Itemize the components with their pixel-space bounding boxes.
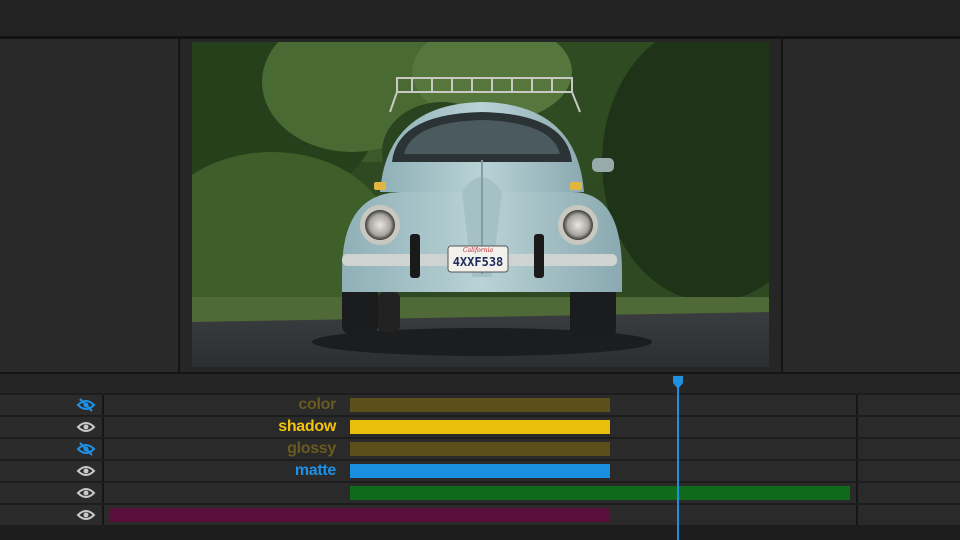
track-row-color: color — [0, 395, 960, 415]
preview-image[interactable]: California 4XXF538 — [192, 42, 769, 367]
clip-purple[interactable] — [110, 508, 610, 522]
track-row-matte: matte — [0, 461, 960, 481]
track-end — [856, 439, 960, 459]
track-header — [0, 483, 104, 503]
track-row-6 — [0, 505, 960, 525]
track-end — [856, 395, 960, 415]
track-end — [856, 505, 960, 525]
eye-hidden-icon[interactable] — [76, 441, 96, 457]
eye-icon[interactable] — [76, 485, 96, 501]
plate-state-text: California — [462, 247, 494, 254]
layer-label-color: color — [298, 396, 336, 413]
eye-icon[interactable] — [76, 463, 96, 479]
license-plate-number: 4XXF538 — [452, 255, 504, 269]
track-header — [0, 417, 104, 437]
playhead-marker-icon[interactable] — [671, 376, 685, 390]
playhead-line — [677, 382, 679, 540]
layer-label-shadow: shadow — [278, 418, 336, 435]
track-header — [0, 505, 104, 525]
track-row-shadow: shadow — [0, 417, 960, 437]
clip-color[interactable] — [350, 398, 610, 412]
timeline-panel: color shadow glossy matte — [0, 372, 960, 540]
track-row-glossy: glossy — [0, 439, 960, 459]
top-toolbar — [0, 0, 960, 36]
layer-label-glossy: glossy — [287, 440, 336, 457]
preview-viewer: California 4XXF538 — [0, 39, 960, 372]
layer-label-matte: matte — [294, 462, 336, 479]
track-end — [856, 417, 960, 437]
clip-matte[interactable] — [350, 464, 610, 478]
track-header — [0, 439, 104, 459]
eye-hidden-icon[interactable] — [76, 397, 96, 413]
track-end — [856, 483, 960, 503]
eye-icon[interactable] — [76, 507, 96, 523]
track-header — [0, 395, 104, 415]
time-ruler[interactable] — [0, 372, 960, 393]
track-header — [0, 461, 104, 481]
clip-glossy[interactable] — [350, 442, 610, 456]
right-panel — [781, 39, 960, 372]
eye-icon[interactable] — [76, 419, 96, 435]
clip-green[interactable] — [350, 486, 850, 500]
track-row-5 — [0, 483, 960, 503]
clip-shadow[interactable] — [350, 420, 610, 434]
car-photo — [192, 42, 769, 367]
left-panel — [0, 39, 180, 372]
track-end — [856, 461, 960, 481]
